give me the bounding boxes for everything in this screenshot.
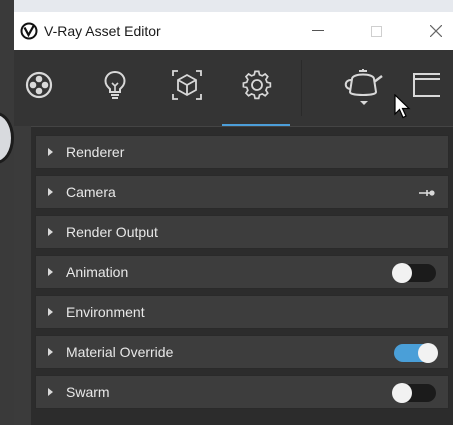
mouse-cursor-icon <box>394 94 411 119</box>
expand-caret-icon <box>48 228 53 236</box>
rollout-label: Render Output <box>66 224 158 240</box>
tool-geometry[interactable] <box>162 62 212 108</box>
rollout-label: Animation <box>66 264 129 280</box>
minimize-button[interactable] <box>298 12 338 50</box>
close-icon <box>430 25 442 37</box>
rollout-renderer[interactable]: Renderer <box>35 135 449 169</box>
background-left <box>0 0 14 425</box>
rollout-material-override[interactable]: Material Override <box>35 335 449 369</box>
rollout-swarm[interactable]: Swarm <box>35 375 449 409</box>
rollout-label: Camera <box>66 184 116 200</box>
expand-caret-icon <box>48 148 53 156</box>
teapot-render-icon <box>344 69 383 105</box>
toolbar <box>14 50 453 126</box>
rollout-environment[interactable]: Environment <box>35 295 449 329</box>
expand-caret-icon <box>48 388 53 396</box>
maximize-button[interactable] <box>356 12 396 50</box>
swarm-toggle[interactable] <box>392 383 436 403</box>
tool-frame-buffer[interactable] <box>410 62 453 108</box>
rollout-label: Material Override <box>66 344 174 360</box>
tool-settings[interactable] <box>232 62 282 108</box>
expand-caret-icon <box>48 348 53 356</box>
geometry-cube-icon <box>172 70 202 100</box>
close-button[interactable] <box>416 12 453 50</box>
expand-caret-icon <box>48 268 53 276</box>
toggle-knob <box>418 343 438 363</box>
rollout-label: Environment <box>66 304 145 320</box>
rollout-label: Renderer <box>66 144 125 160</box>
maximize-icon <box>370 25 382 37</box>
tool-materials[interactable] <box>14 62 64 108</box>
window-title: V-Ray Asset Editor <box>44 23 161 39</box>
rollout-render-output[interactable]: Render Output <box>35 215 449 249</box>
gear-icon <box>242 70 272 100</box>
tool-lights[interactable] <box>90 62 140 108</box>
light-bulb-icon <box>104 70 126 99</box>
frame-buffer-icon <box>413 73 440 97</box>
rollout-camera[interactable]: Camera <box>35 175 449 209</box>
title-bar[interactable]: V-Ray Asset Editor <box>14 12 453 50</box>
material-override-toggle[interactable] <box>394 343 438 363</box>
background-top <box>14 0 453 12</box>
toggle-knob <box>392 263 412 283</box>
asset-editor-window: V-Ray Asset Editor Renderer Camera Rende… <box>14 12 453 425</box>
toolbar-separator <box>301 60 302 116</box>
settings-panel: Renderer Camera Render Output Animation … <box>31 126 453 425</box>
expand-caret-icon <box>48 188 53 196</box>
toggle-knob <box>392 383 412 403</box>
vray-logo-icon <box>20 22 38 40</box>
material-sphere-icon <box>25 71 53 99</box>
minimize-icon <box>312 30 324 31</box>
rollout-label: Swarm <box>66 384 110 400</box>
camera-icon[interactable] <box>418 188 436 198</box>
animation-toggle[interactable] <box>392 263 436 283</box>
tool-render[interactable] <box>336 62 396 108</box>
expand-caret-icon <box>48 308 53 316</box>
rollout-animation[interactable]: Animation <box>35 255 449 289</box>
